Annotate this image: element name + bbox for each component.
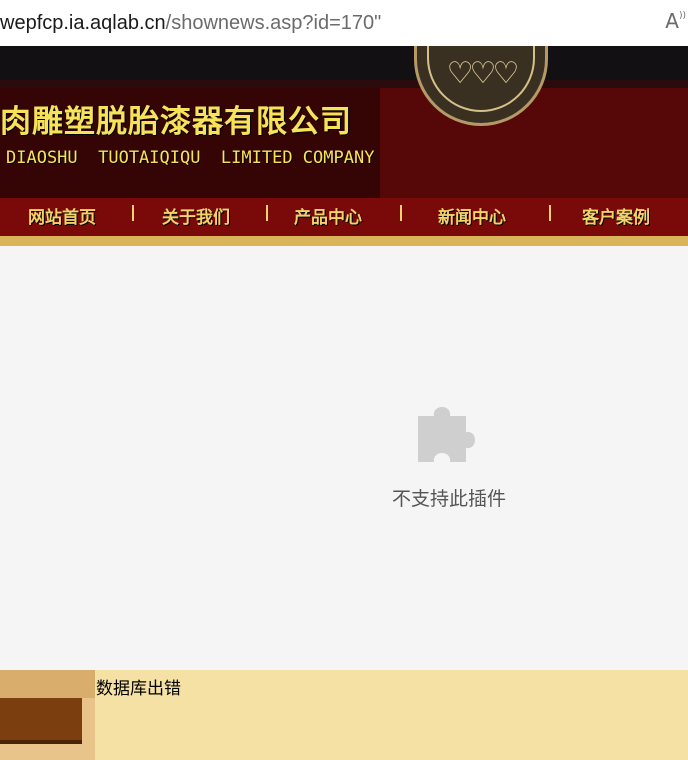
medallion-ornament-icon: ♡♡♡	[446, 56, 520, 91]
nav-news[interactable]: 新闻中心	[438, 203, 506, 228]
footer-decoration-panel	[0, 698, 82, 744]
url-host: wepfcp.ia.aqlab.cn	[0, 12, 166, 34]
nav-home[interactable]: 网站首页	[28, 203, 96, 228]
url-path: /shownews.asp?id=170"	[165, 12, 382, 34]
nav-products[interactable]: 产品中心	[294, 203, 362, 228]
nav-separator	[549, 205, 551, 221]
puzzle-piece-icon	[418, 407, 475, 462]
company-name-cn: 肉雕塑脱胎漆器有限公司	[0, 104, 352, 140]
nav-separator	[266, 205, 268, 221]
medallion-ring: ♡♡♡	[427, 46, 535, 112]
banner-gold-border	[0, 236, 688, 246]
plugin-unsupported-message: 不支持此插件	[391, 488, 506, 510]
footer-area: 数据库出错	[0, 670, 688, 760]
nav-about[interactable]: 关于我们	[162, 203, 230, 228]
plugin-placeholder: 不支持此插件	[0, 246, 688, 670]
banner-top-strip	[0, 46, 688, 88]
nav-cases[interactable]: 客户案例	[582, 203, 650, 228]
read-aloud-icon[interactable]: A))	[665, 9, 686, 33]
footer-decoration	[0, 670, 95, 760]
address-bar[interactable]: wepfcp.ia.aqlab.cn/shownews.asp?id=170" …	[0, 0, 688, 46]
site-banner: ♡♡♡ 肉雕塑脱胎漆器有限公司 DIAOSHU TUOTAIQIQU LIMIT…	[0, 46, 688, 246]
nav-separator	[132, 205, 134, 221]
database-error-message: 数据库出错	[96, 679, 181, 699]
url-text[interactable]: wepfcp.ia.aqlab.cn/shownews.asp?id=170"	[0, 10, 381, 36]
footer-decoration-top	[0, 670, 95, 698]
nav-separator	[400, 205, 402, 221]
main-nav: 网站首页 关于我们 产品中心 新闻中心 客户案例	[0, 198, 688, 236]
company-name-en: DIAOSHU TUOTAIQIQU LIMITED COMPANY	[6, 148, 375, 168]
